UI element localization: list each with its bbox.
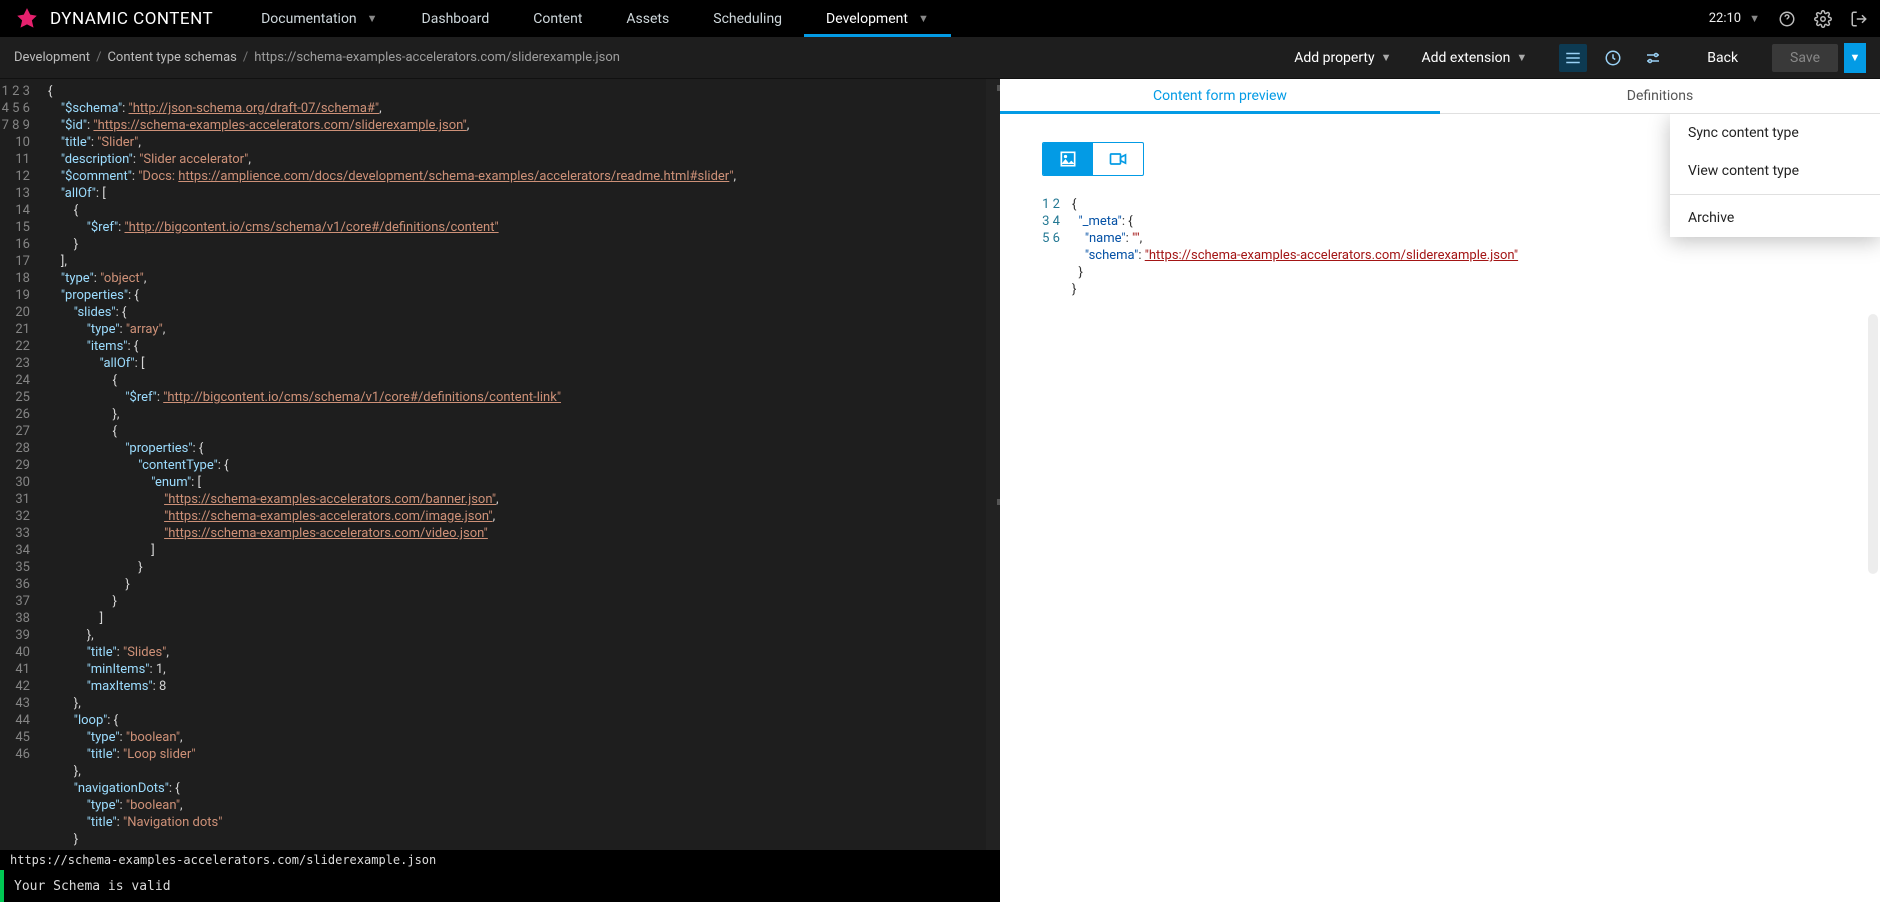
tab-definitions[interactable]: Definitions bbox=[1440, 79, 1880, 113]
save-button[interactable]: Save bbox=[1772, 44, 1838, 72]
add-property-button[interactable]: Add property ▼ bbox=[1290, 44, 1395, 72]
preview-gutter: 1 2 3 4 5 6 bbox=[1042, 196, 1072, 298]
nav-label: Assets bbox=[626, 11, 669, 27]
exit-icon[interactable] bbox=[1850, 10, 1868, 28]
back-button[interactable]: Back bbox=[1689, 44, 1756, 72]
editor-gutter: 1 2 3 4 5 6 7 8 9 10 11 12 13 14 15 16 1… bbox=[0, 79, 44, 850]
add-property-label: Add property bbox=[1294, 50, 1374, 66]
preview-tabs: Content form preview Definitions bbox=[1000, 79, 1880, 114]
nav-label: Scheduling bbox=[713, 11, 782, 27]
nav-dashboard[interactable]: Dashboard bbox=[400, 0, 512, 37]
list-view-icon[interactable] bbox=[1559, 44, 1587, 72]
breadcrumb-current: https://schema-examples-accelerators.com… bbox=[254, 50, 620, 65]
top-nav: Documentation▼ Dashboard Content Assets … bbox=[239, 0, 951, 37]
nav-scheduling[interactable]: Scheduling bbox=[691, 0, 804, 37]
chevron-down-icon: ▼ bbox=[918, 12, 929, 25]
nav-documentation[interactable]: Documentation ▼ bbox=[239, 0, 399, 37]
app-header: DYNAMIC CONTENT Documentation ▼ Dashboard… bbox=[0, 0, 1880, 37]
preview-toggle-group bbox=[1042, 142, 1144, 176]
chevron-down-icon: ▼ bbox=[1381, 51, 1392, 64]
add-extension-button[interactable]: Add extension ▼ bbox=[1418, 44, 1532, 72]
history-icon[interactable] bbox=[1599, 44, 1627, 72]
breadcrumb-schemas[interactable]: Content type schemas bbox=[107, 50, 236, 65]
chevron-down-icon: ▼ bbox=[1516, 51, 1527, 64]
right-column: Content form preview Definitions 1 2 3 4… bbox=[1000, 79, 1880, 902]
breadcrumb-separator: / bbox=[90, 50, 107, 65]
menu-separator bbox=[1670, 194, 1880, 195]
nav-assets[interactable]: Assets bbox=[604, 0, 691, 37]
menu-view-content-type[interactable]: View content type bbox=[1670, 152, 1880, 190]
add-extension-label: Add extension bbox=[1422, 50, 1511, 66]
save-menu-button[interactable]: ▼ bbox=[1844, 43, 1866, 73]
sliders-icon[interactable] bbox=[1639, 44, 1667, 72]
status-url: https://schema-examples-accelerators.com… bbox=[0, 850, 1000, 870]
tab-content-form-preview[interactable]: Content form preview bbox=[1000, 79, 1440, 113]
chevron-down-icon: ▼ bbox=[1749, 12, 1760, 25]
main-split: 1 2 3 4 5 6 7 8 9 10 11 12 13 14 15 16 1… bbox=[0, 79, 1880, 902]
status-valid: Your Schema is valid bbox=[0, 870, 1000, 902]
app-logo bbox=[12, 4, 42, 34]
image-preview-toggle[interactable] bbox=[1043, 143, 1093, 175]
scrollbar[interactable] bbox=[1868, 314, 1878, 574]
breadcrumb-separator: / bbox=[237, 50, 254, 65]
clock[interactable]: 22:10 ▼ bbox=[1709, 11, 1760, 26]
clock-value: 22:10 bbox=[1709, 11, 1741, 26]
crumb-tools: Add property ▼ Add extension ▼ Back Save ▼ bbox=[1290, 43, 1866, 73]
gear-icon[interactable] bbox=[1814, 10, 1832, 28]
schema-editor[interactable]: 1 2 3 4 5 6 7 8 9 10 11 12 13 14 15 16 1… bbox=[0, 79, 1000, 850]
help-icon[interactable] bbox=[1778, 10, 1796, 28]
nav-label: Content bbox=[533, 11, 582, 27]
video-preview-toggle[interactable] bbox=[1093, 143, 1143, 175]
breadcrumb-development[interactable]: Development bbox=[14, 50, 90, 65]
nav-development[interactable]: Development ▼ bbox=[804, 0, 951, 37]
minimap[interactable] bbox=[986, 79, 1000, 850]
editor-code[interactable]: { "$schema": "http://json-schema.org/dra… bbox=[44, 79, 1000, 850]
nav-label: Dashboard bbox=[422, 11, 490, 27]
left-column: 1 2 3 4 5 6 7 8 9 10 11 12 13 14 15 16 1… bbox=[0, 79, 1000, 902]
save-dropdown-menu: Sync content type View content type Arch… bbox=[1670, 114, 1880, 237]
menu-sync-content-type[interactable]: Sync content type bbox=[1670, 114, 1880, 152]
preview-body: 1 2 3 4 5 6 { "_meta": { "name": "", "sc… bbox=[1000, 114, 1880, 902]
chevron-down-icon: ▼ bbox=[1850, 51, 1861, 64]
chevron-down-icon: ▼ bbox=[367, 12, 378, 25]
brand-name: DYNAMIC CONTENT bbox=[50, 9, 213, 29]
crumb-bar: Development / Content type schemas / htt… bbox=[0, 37, 1880, 79]
nav-label: Development bbox=[826, 11, 908, 27]
nav-label: Documentation bbox=[261, 11, 357, 27]
nav-content[interactable]: Content bbox=[511, 0, 604, 37]
menu-archive[interactable]: Archive bbox=[1670, 199, 1880, 237]
header-right: 22:10 ▼ bbox=[1709, 10, 1868, 28]
